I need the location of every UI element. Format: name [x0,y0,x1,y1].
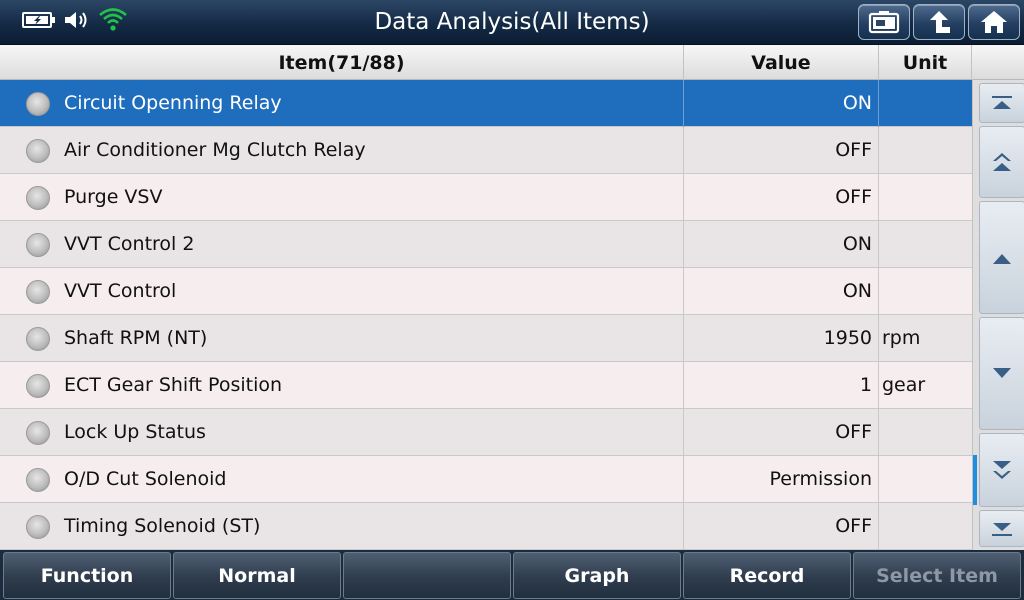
value-cell: OFF [684,127,879,174]
page-up-button[interactable] [979,126,1024,198]
value-cell: 1 [684,362,879,409]
item-label: O/D Cut Solenoid [64,468,227,490]
home-icon [981,11,1007,33]
item-cell: Timing Solenoid (ST) [0,503,684,550]
scroll-bottom-icon [992,522,1012,536]
function-button[interactable]: Function [3,552,171,599]
value-cell: ON [684,268,879,315]
item-cell: O/D Cut Solenoid [0,456,684,503]
back-button[interactable] [913,4,965,40]
item-cell: VVT Control [0,268,684,315]
item-cell: ECT Gear Shift Position [0,362,684,409]
screenshot-icon [868,11,900,34]
table-row[interactable]: VVT Control ON [0,268,972,315]
scroll-bottom-button[interactable] [979,510,1024,547]
radio-bullet-icon [26,92,50,116]
page-down-icon [993,461,1011,479]
scroll-position-indicator [973,455,977,505]
item-label: ECT Gear Shift Position [64,374,283,396]
value-cell: 1950 [684,315,879,362]
scroll-top-button[interactable] [979,83,1024,123]
item-label: Lock Up Status [64,421,206,443]
item-cell: Lock Up Status [0,409,684,456]
radio-bullet-icon [26,421,50,445]
radio-bullet-icon [26,515,50,539]
line-down-icon [993,367,1011,378]
table-row[interactable]: Lock Up Status OFF [0,409,972,456]
line-up-button[interactable] [979,201,1024,314]
radio-bullet-icon [26,186,50,210]
item-label: Air Conditioner Mg Clutch Relay [64,139,366,161]
blank-button[interactable] [343,552,511,599]
scroll-column-header [972,45,1024,80]
value-cell: OFF [684,503,879,550]
table-row[interactable]: Circuit Openning Relay ON [0,80,972,127]
title-bar: Data Analysis(All Items) [0,0,1024,45]
item-cell: Shaft RPM (NT) [0,315,684,362]
item-label: Purge VSV [64,186,163,208]
value-cell: OFF [684,174,879,221]
table-header: Item(71/88) Value Unit [0,45,1024,80]
item-label: Shaft RPM (NT) [64,327,208,349]
item-label: VVT Control [64,280,177,302]
table-row[interactable]: Purge VSV OFF [0,174,972,221]
table-row[interactable]: Air Conditioner Mg Clutch Relay OFF [0,127,972,174]
unit-column-header: Unit [879,45,972,80]
value-cell: ON [684,221,879,268]
unit-cell [879,127,972,174]
radio-bullet-icon [26,327,50,351]
table-row[interactable]: ECT Gear Shift Position 1 gear [0,362,972,409]
item-cell: Air Conditioner Mg Clutch Relay [0,127,684,174]
radio-bullet-icon [26,280,50,304]
value-column-header: Value [684,45,879,80]
bottom-toolbar: Function Normal Graph Record Select Item [0,550,1024,600]
back-icon [930,11,950,33]
normal-button[interactable]: Normal [173,552,341,599]
record-button[interactable]: Record [683,552,851,599]
home-button[interactable] [968,4,1020,40]
line-up-icon [993,253,1011,264]
unit-cell [879,503,972,550]
radio-bullet-icon [26,139,50,163]
unit-cell [879,80,972,127]
unit-cell [879,174,972,221]
unit-cell: rpm [882,327,921,349]
item-cell: VVT Control 2 [0,221,684,268]
line-down-button[interactable] [979,317,1024,430]
screenshot-button[interactable] [858,4,910,40]
scroll-controls [972,80,1024,550]
graph-button[interactable]: Graph [513,552,681,599]
value-cell: OFF [684,409,879,456]
item-cell: Purge VSV [0,174,684,221]
item-label: Circuit Openning Relay [64,92,282,114]
radio-bullet-icon [26,233,50,257]
page-up-icon [993,153,1011,171]
scroll-top-icon [992,96,1012,109]
unit-cell [879,221,972,268]
table-row[interactable]: VVT Control 2 ON [0,221,972,268]
table-row[interactable]: O/D Cut Solenoid Permission [0,456,972,503]
unit-cell [879,409,972,456]
item-cell: Circuit Openning Relay [0,80,684,127]
table-row[interactable]: Shaft RPM (NT) 1950 rpm [0,315,972,362]
data-list: Circuit Openning Relay ON Air Conditione… [0,80,972,550]
unit-cell [879,456,972,503]
unit-cell [879,268,972,315]
value-cell: ON [684,80,879,127]
item-column-header: Item(71/88) [0,45,684,80]
value-cell: Permission [684,456,879,503]
table-row[interactable]: Timing Solenoid (ST) OFF [0,503,972,550]
select-item-button[interactable]: Select Item [853,552,1021,599]
unit-cell: gear [882,374,926,396]
page-down-button[interactable] [979,433,1024,507]
item-label: VVT Control 2 [64,233,195,255]
radio-bullet-icon [26,374,50,398]
item-label: Timing Solenoid (ST) [64,515,261,537]
radio-bullet-icon [26,468,50,492]
